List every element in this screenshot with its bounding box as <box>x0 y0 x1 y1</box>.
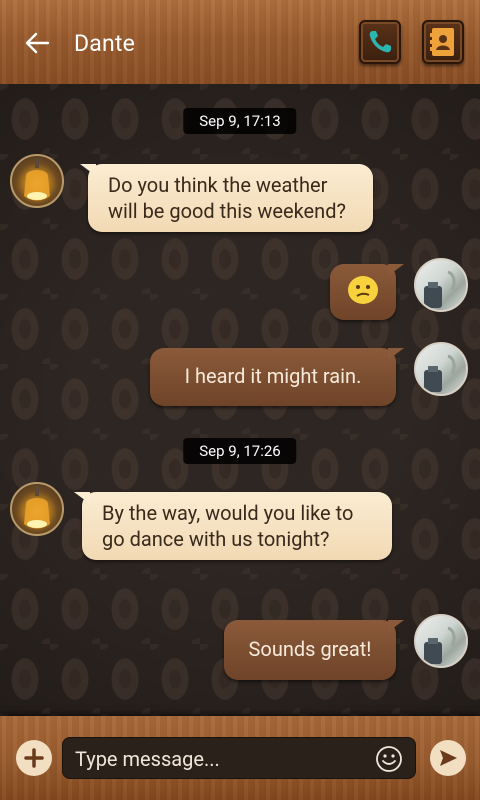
message-input-placeholder: Type message... <box>75 747 220 771</box>
profile-photo-icon <box>424 626 456 664</box>
lamp-icon <box>24 158 50 201</box>
app-header: Dante <box>0 0 480 84</box>
call-button[interactable] <box>359 20 401 64</box>
avatar[interactable] <box>10 154 64 208</box>
composer-bar: Type message... <box>0 716 480 800</box>
arrow-left-icon <box>25 32 50 54</box>
smiley-icon <box>376 746 402 772</box>
message-text: Do you think the weather will be good th… <box>108 173 346 223</box>
incoming-message[interactable]: Do you think the weather will be good th… <box>80 164 373 232</box>
avatar[interactable] <box>414 614 468 668</box>
message-input[interactable]: Type message... <box>62 737 416 779</box>
message-text: I heard it might rain. <box>184 364 362 388</box>
confused-face-icon <box>348 276 378 304</box>
profile-photo-icon <box>424 270 456 308</box>
timestamp: Sep 9, 17:26 <box>183 438 297 464</box>
message-text: Sounds great! <box>248 637 372 661</box>
lamp-icon <box>24 486 50 529</box>
avatar[interactable] <box>414 258 468 312</box>
conversation-title: Dante <box>74 30 136 57</box>
profile-photo-icon <box>424 354 456 392</box>
add-attachment-button[interactable] <box>16 740 52 776</box>
incoming-message[interactable]: By the way, would you like to go dance w… <box>74 492 392 560</box>
timestamp: Sep 9, 17:13 <box>183 108 297 134</box>
send-button[interactable] <box>430 740 466 776</box>
plus-icon <box>24 748 44 768</box>
outgoing-message[interactable]: Sounds great! <box>224 620 404 680</box>
phone-icon <box>369 31 391 53</box>
back-button[interactable] <box>22 28 52 58</box>
contact-button[interactable] <box>422 20 464 64</box>
avatar[interactable] <box>10 482 64 536</box>
emoji-button[interactable] <box>375 745 403 773</box>
outgoing-message[interactable]: I heard it might rain. <box>150 348 404 406</box>
avatar[interactable] <box>414 342 468 396</box>
message-list[interactable]: Sep 9, 17:13 Do you think the weather wi… <box>0 84 480 716</box>
send-icon <box>440 750 457 766</box>
contact-card-icon <box>430 28 454 56</box>
outgoing-emoji-message[interactable] <box>330 264 404 320</box>
message-text: By the way, would you like to go dance w… <box>102 501 354 551</box>
